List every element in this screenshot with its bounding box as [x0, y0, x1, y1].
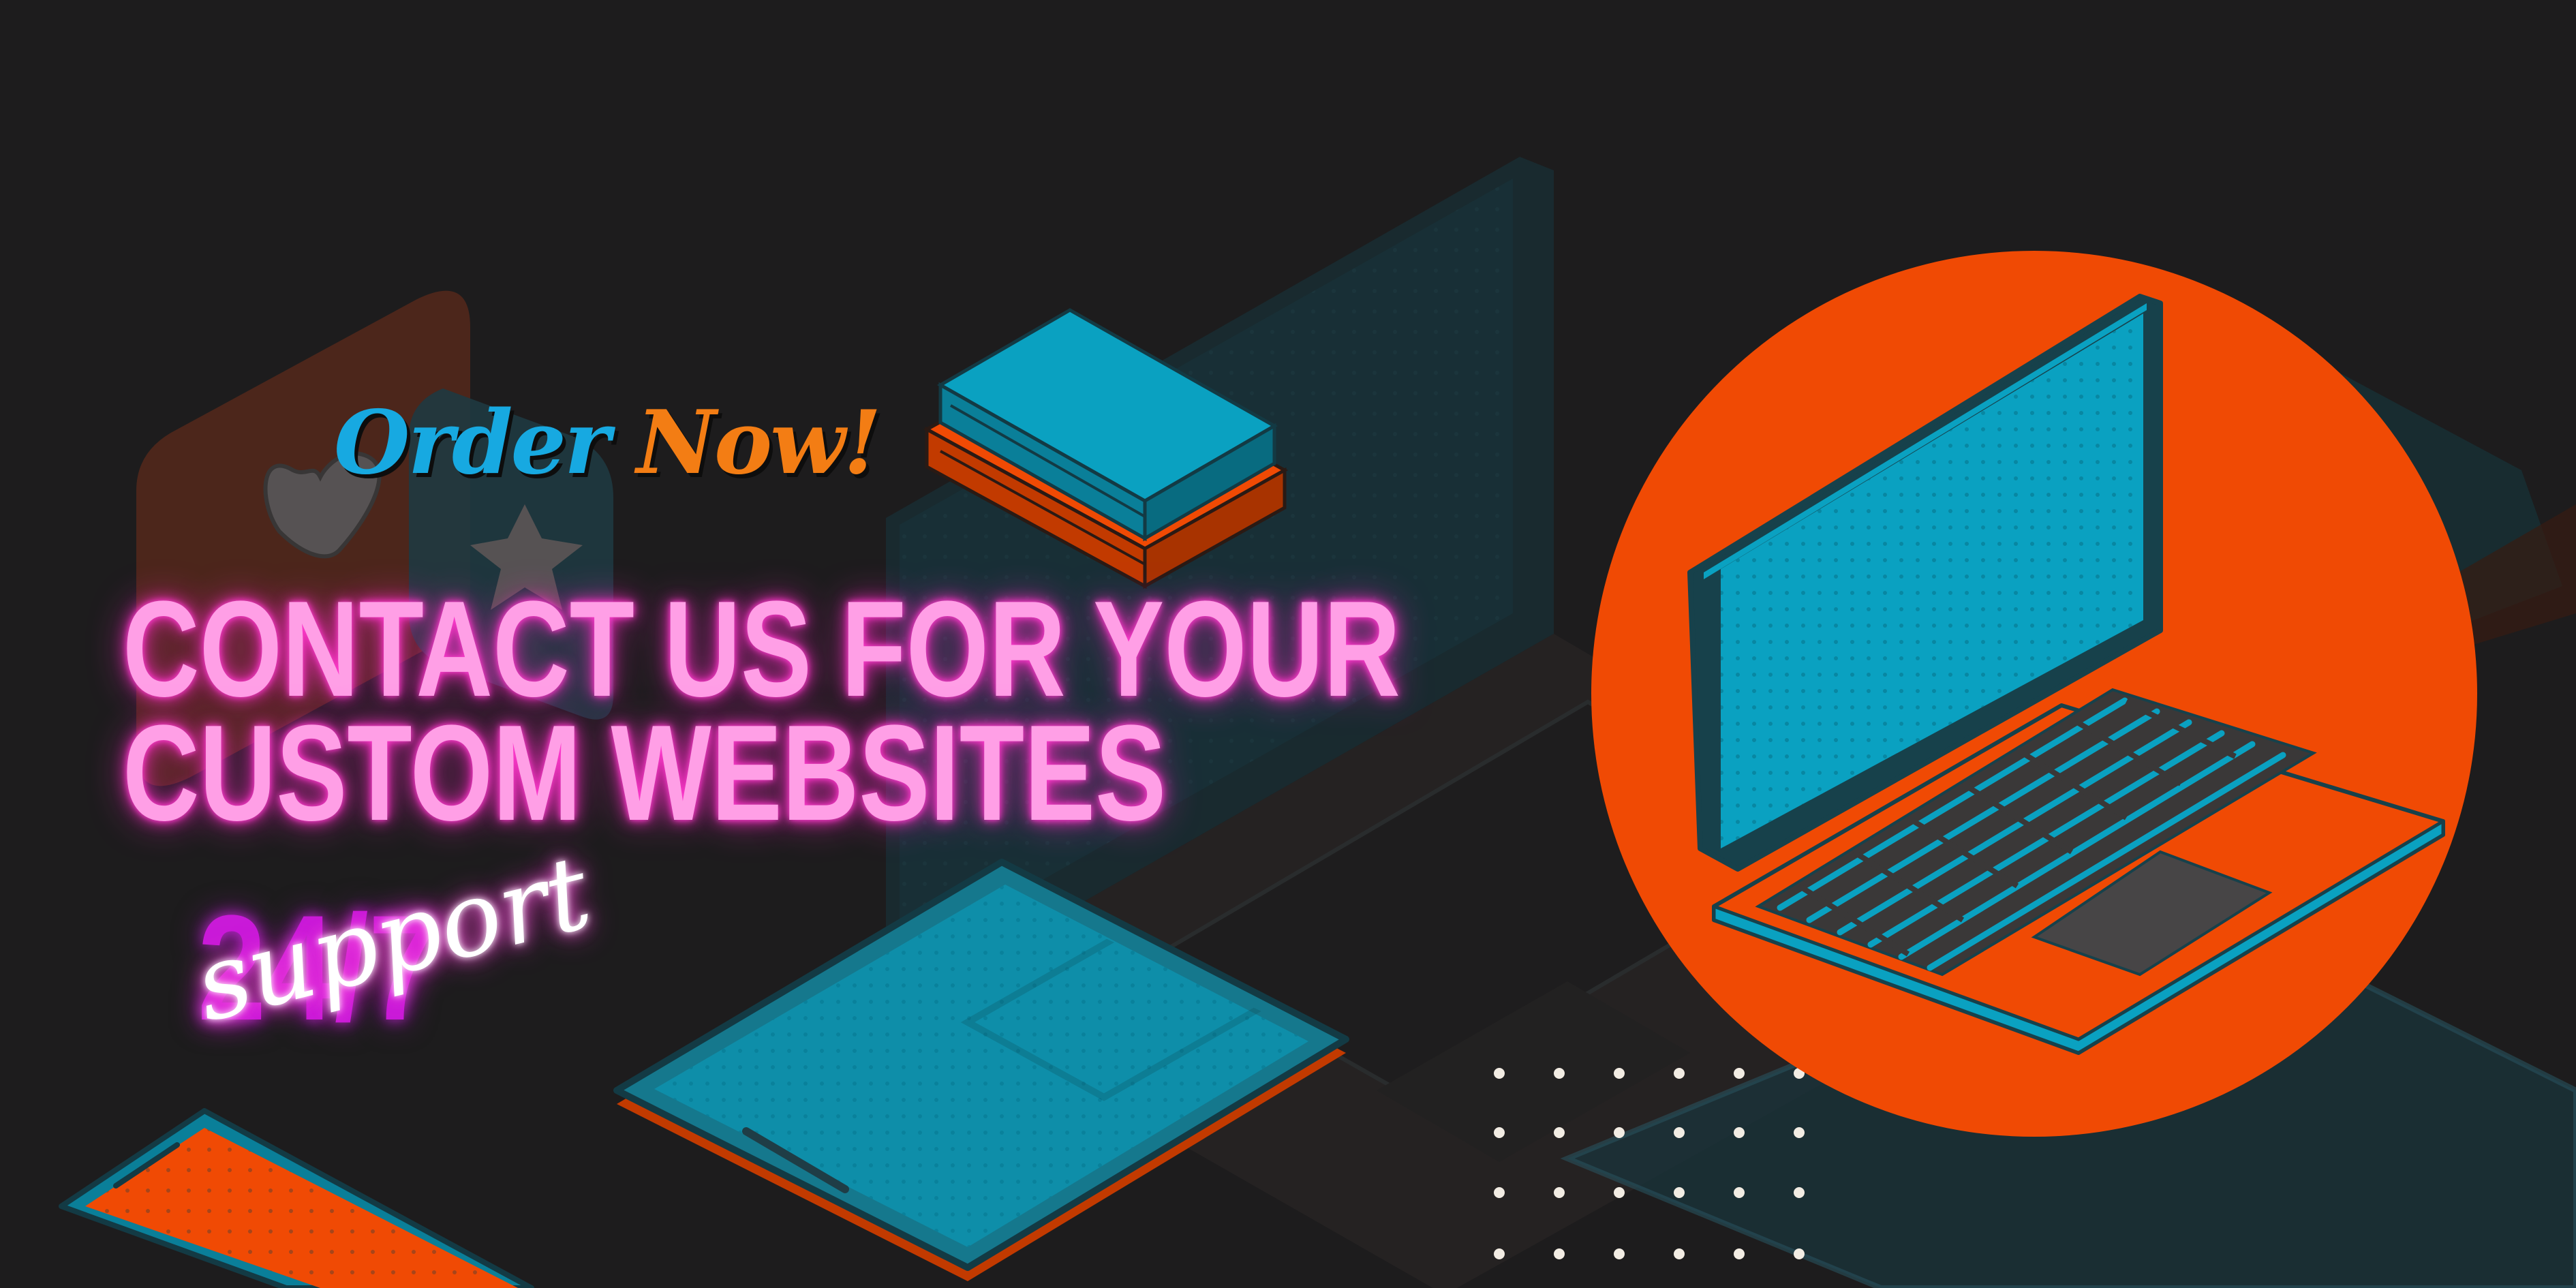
phone-icon [59, 1108, 534, 1288]
banner-canvas: Order Now! Contact us for your custom we… [0, 0, 2576, 1288]
order-now-cta: Order Now! [334, 392, 882, 494]
headline-line-1: Contact us for your [123, 573, 1400, 725]
cta-word-now: Now! [636, 392, 882, 494]
headline-line-2: custom websites [123, 697, 1167, 849]
featured-laptop-badge [1591, 251, 2477, 1137]
cta-word-order: Order [334, 392, 610, 494]
headline: Contact us for your custom websites [123, 573, 1400, 849]
